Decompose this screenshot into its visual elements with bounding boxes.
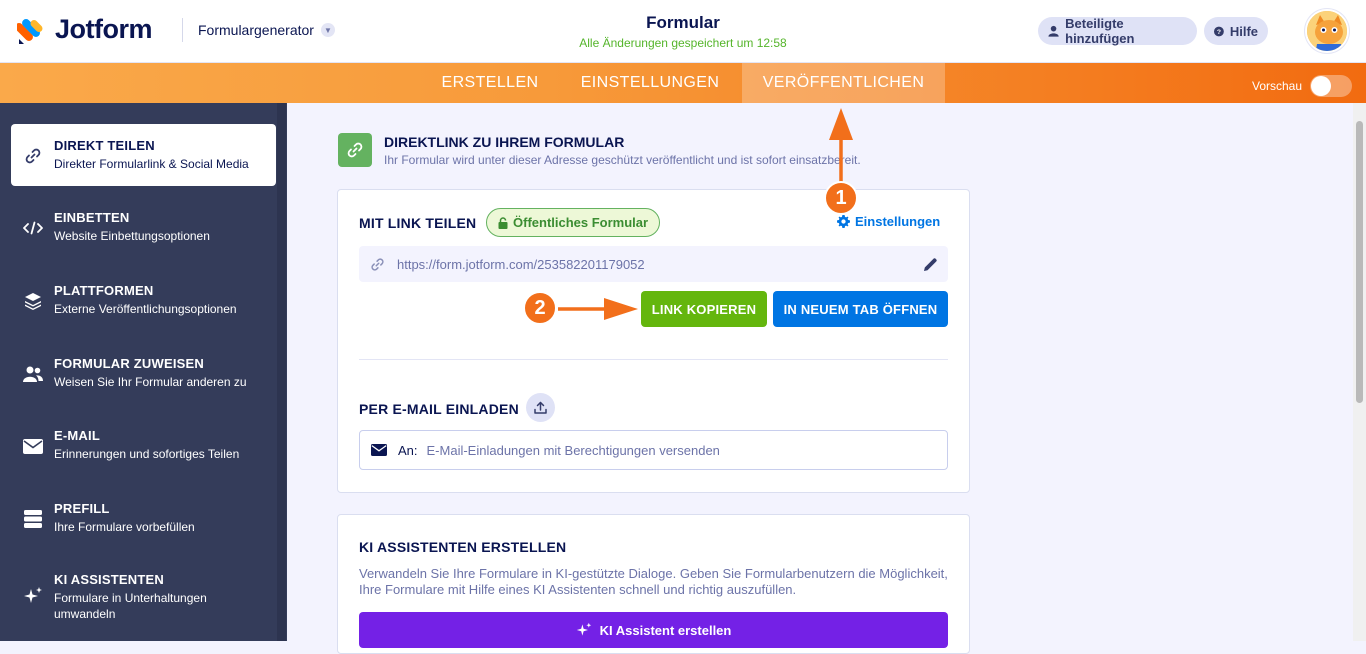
sidebar-item-formular-zuweisen[interactable]: FORMULAR ZUWEISEN Weisen Sie Ihr Formula… [11,342,276,404]
sidebar-item-subtitle: Ihre Formulare vorbefüllen [54,520,195,534]
users-icon [23,364,43,384]
email-invite-title: PER E-MAIL EINLADEN [359,401,519,417]
create-ki-assistant-button[interactable]: KI Assistent erstellen [359,612,948,648]
save-status: Alle Änderungen gespeichert um 12:58 [579,36,787,50]
jotform-logo[interactable]: Jotform [15,14,153,45]
sidebar-item-title: FORMULAR ZUWEISEN [54,356,204,371]
user-icon [1048,25,1059,37]
sidebar-item-ki-assistenten[interactable]: KI ASSISTENTEN Formulare in Unterhaltung… [11,558,276,634]
public-form-badge[interactable]: Öffentliches Formular [486,208,661,237]
scrollbar-thumb[interactable] [1356,121,1363,403]
preview-toggle-group: Vorschau [1252,75,1353,97]
page-title[interactable]: Formular [483,13,883,33]
open-new-tab-button[interactable]: IN NEUEM TAB ÖFFNEN [773,291,948,327]
settings-label: Einstellungen [855,214,941,229]
sidebar-item-plattformen[interactable]: PLATTFORMEN Externe Veröffentlichungsopt… [11,269,276,331]
sparkle-icon [23,586,43,606]
tab-erstellen[interactable]: ERSTELLEN [426,63,554,103]
sidebar-item-subtitle: Direkter Formularlink & Social Media [54,157,249,171]
copy-link-button[interactable]: LINK KOPIEREN [641,291,767,327]
link-icon [338,133,372,167]
sidebar-scrollbar[interactable] [277,103,286,641]
upload-icon [534,401,547,414]
section-subtitle: Ihr Formular wird unter dieser Adresse g… [384,153,861,167]
question-icon: ? [1214,26,1224,36]
avatar[interactable] [1305,9,1349,53]
sidebar-item-title: DIREKT TEILEN [54,138,155,153]
section-title: DIREKTLINK ZU IHREM FORMULAR [384,134,625,150]
svg-text:?: ? [1217,29,1221,36]
upload-button[interactable] [526,393,555,422]
help-label: Hilfe [1229,23,1258,39]
ki-button-label: KI Assistent erstellen [599,622,732,638]
tab-veroeffentlichen[interactable]: VERÖFFENTLICHEN [742,63,945,103]
email-to-label: An: [398,442,418,458]
brand-name: Jotform [55,14,153,44]
step-1-marker: 1 [824,181,858,215]
public-form-label: Öffentliches Formular [513,215,649,230]
sidebar-item-email[interactable]: E-MAIL Erinnerungen und sofortiges Teile… [11,414,276,476]
divider [359,359,948,360]
help-button[interactable]: ? Hilfe [1204,17,1268,45]
sidebar-item-title: PREFILL [54,501,110,516]
preview-label: Vorschau [1252,79,1303,93]
main-scrollbar[interactable] [1353,103,1366,641]
code-icon [23,218,43,238]
ki-title: KI ASSISTENTEN ERSTELLEN [359,539,567,555]
sidebar-item-subtitle: Weisen Sie Ihr Formular anderen zu [54,375,247,389]
top-header: Jotform Formulargenerator ▼ Formular All… [0,0,1366,63]
sidebar-item-subtitle: Externe Veröffentlichungsoptionen [54,302,237,316]
email-invite-field[interactable]: An: E-Mail-Einladungen mit Berechtigunge… [359,430,948,470]
form-generator-label: Formulargenerator [198,22,314,38]
step-2-marker: 2 [523,291,557,325]
settings-link[interactable]: Einstellungen [837,214,940,229]
form-url-field[interactable]: https://form.jotform.com/253582201179052 [359,246,948,282]
form-generator-dropdown[interactable]: Formulargenerator ▼ [198,22,335,38]
form-title-block: Formular Alle Änderungen gespeichert um … [483,13,883,50]
sidebar-item-prefill[interactable]: PREFILL Ihre Formulare vorbefüllen [11,487,276,549]
sidebar-item-title: PLATTFORMEN [54,283,154,298]
email-placeholder: E-Mail-Einladungen mit Berechtigungen ve… [426,442,720,458]
gear-icon [837,215,850,228]
sidebar-item-direkt-teilen[interactable]: DIREKT TEILEN Direkter Formularlink & So… [11,124,276,186]
sidebar-item-subtitle: Formulare in Unterhaltungen umwandeln [54,591,207,621]
layers-icon [23,291,43,311]
sidebar-item-title: KI ASSISTENTEN [54,572,164,587]
share-title: MIT LINK TEILEN [359,215,477,231]
add-participants-label: Beteiligte hinzufügen [1065,16,1135,46]
preview-toggle[interactable] [1310,75,1353,97]
tab-einstellungen[interactable]: EINSTELLUNGEN [565,63,735,103]
sidebar-item-subtitle: Website Einbettungsoptionen [54,229,210,243]
chevron-down-icon: ▼ [320,23,335,37]
sidebar-item-einbetten[interactable]: EINBETTEN Website Einbettungsoptionen [11,196,276,258]
add-participants-button[interactable]: Beteiligte hinzufügen [1038,16,1197,46]
header-divider [182,18,183,42]
cat-avatar-icon [1307,11,1347,51]
toggle-knob [1311,76,1332,96]
link-icon [23,146,43,166]
link-icon [371,257,384,271]
sidebar-item-title: E-MAIL [54,428,100,443]
form-url-text: https://form.jotform.com/253582201179052 [397,256,645,272]
envelope-icon [371,444,387,456]
sidebar-item-subtitle: Erinnerungen und sofortiges Teilen [54,447,240,461]
lock-icon [498,216,508,229]
main-nav: ERSTELLEN EINSTELLUNGEN VERÖFFENTLICHEN … [0,63,1366,103]
pencil-icon[interactable] [923,257,938,272]
sparkle-icon [576,622,591,636]
ki-description: Verwandeln Sie Ihre Formulare in KI-gest… [359,566,948,597]
jotform-logo-icon [15,15,47,45]
sidebar-item-title: EINBETTEN [54,210,130,225]
stack-icon [23,509,43,529]
envelope-icon [23,436,43,456]
